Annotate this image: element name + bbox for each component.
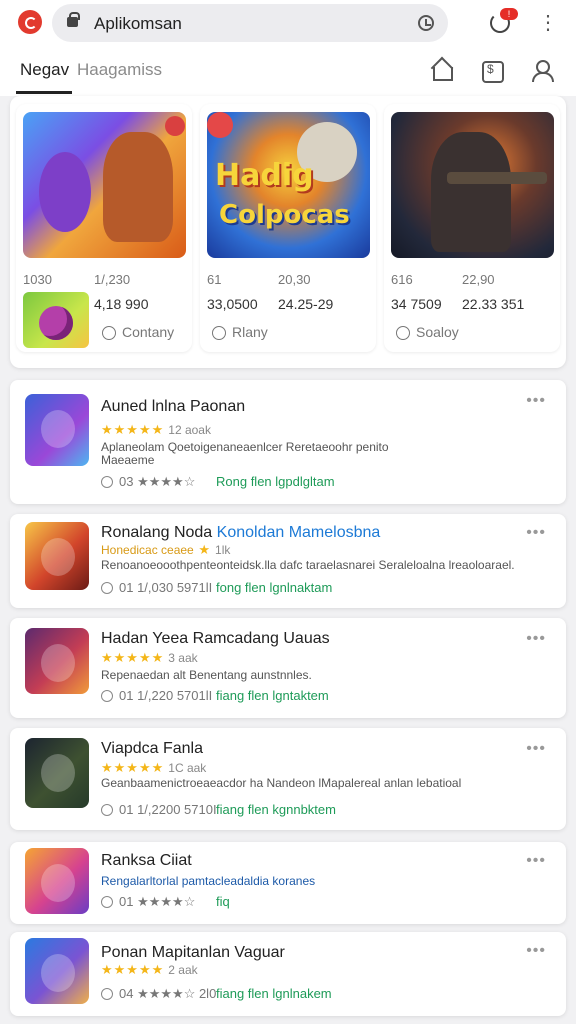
app-icon [25, 628, 89, 694]
featured-stat: 22,90 [462, 272, 495, 287]
tab-bar: Negav Haagamiss [0, 46, 576, 96]
app-title: Ranksa Ciiat [101, 852, 192, 869]
featured-value: 22.33 351 [462, 296, 525, 312]
history-icon[interactable] [418, 15, 434, 31]
address-bar[interactable]: Aplikomsan [52, 4, 448, 42]
featured-art [23, 112, 186, 258]
featured-value: 4,18 990 [94, 296, 149, 312]
featured-like-label: Rlany [232, 324, 268, 340]
app-title: Ponan Mapitanlan Vaguar [101, 944, 285, 961]
list-item[interactable]: Ranksa Ciiat Rengalarltorlal pamtacleada… [10, 842, 566, 924]
featured-card[interactable]: 1030 1/,230 4,18 990 Contany [16, 104, 192, 352]
app-stars: ★★★★★ 12 aoak [101, 422, 211, 437]
more-icon[interactable]: ••• [526, 740, 546, 758]
app-icon [25, 938, 89, 1004]
featured-stat: 1030 [23, 272, 52, 287]
more-icon[interactable]: ••• [526, 942, 546, 960]
more-icon[interactable]: ••• [526, 524, 546, 542]
app-meta: 01 1/,2200 5710I [101, 802, 217, 817]
featured-card[interactable]: Hadig Colpocas 61 20,30 33,0500 24.25-29… [200, 104, 376, 352]
app-title: Hadan Yeea Ramcadang Uauas [101, 630, 330, 647]
app-action-link[interactable]: fiq [216, 894, 230, 909]
more-icon[interactable]: ⋮ [538, 12, 558, 34]
app-stars: ★★★★★ 2 aak [101, 962, 198, 977]
app-icon [25, 848, 89, 914]
list-item[interactable]: Auned lnlna Paonan ★★★★★ 12 aoak Aplaneol… [10, 380, 566, 504]
app-description: Maeaeme [101, 453, 155, 467]
app-action-link[interactable]: fiang flen lgntaktem [216, 688, 329, 703]
featured-section: 1030 1/,230 4,18 990 Contany Hadig Colpo… [10, 96, 566, 368]
app-description: Aplaneolam Qoetoigenaneaenlcer Reretaeoo… [101, 440, 389, 454]
featured-art: Hadig Colpocas [207, 112, 370, 258]
app-description: Renoanoeooothpenteonteidsk.lla dafc tara… [101, 558, 515, 572]
app-meta: 04 ★★★★☆ 2l0 [101, 986, 216, 1002]
tab-negav[interactable]: Negav [20, 60, 69, 80]
featured-card[interactable]: 616 22,90 34 7509 22.33 351 Soaloy [384, 104, 560, 352]
app-title: Ronalang Noda Konoldan Mamelosbna [101, 524, 381, 541]
app-title: Viapdca Fanla [101, 740, 203, 757]
notification-badge: ! [500, 8, 518, 20]
app-action-link[interactable]: fong flen lgnlnaktam [216, 580, 332, 595]
featured-value: 33,0500 [207, 296, 258, 312]
app-meta: 01 1/,220 5701lI [101, 688, 212, 703]
featured-value: 24.25-29 [278, 296, 334, 312]
app-icon [25, 394, 89, 466]
app-meta: 03 ★★★★☆ [101, 474, 195, 490]
featured-art-title: Hadig [215, 158, 314, 193]
app-action-link[interactable]: fiang flen kgnnbktem [216, 802, 336, 817]
app-meta: 01 ★★★★☆ [101, 894, 195, 910]
featured-value: 34 7509 [391, 296, 442, 312]
heart-icon[interactable] [102, 326, 116, 340]
app-stars: ★★★★★ 3 aak [101, 650, 198, 665]
featured-art-title: Colpocas [219, 200, 350, 230]
featured-art [391, 112, 554, 258]
list-item[interactable]: Ponan Mapitanlan Vaguar ★★★★★ 2 aak 04 ★★… [10, 932, 566, 1016]
featured-stat: 20,30 [278, 272, 311, 287]
featured-like-label: Contany [122, 324, 175, 340]
app-meta: 01 1/,030 5971lI [101, 580, 212, 595]
app-description: Rengalarltorlal pamtacleadaldia koranes [101, 874, 316, 888]
featured-stat: 616 [391, 272, 413, 287]
store-icon[interactable] [480, 58, 504, 83]
app-icon [25, 738, 89, 808]
user-icon[interactable] [530, 58, 554, 82]
app-icon [25, 522, 89, 590]
list-item[interactable]: Hadan Yeea Ramcadang Uauas ★★★★★ 3 aak Re… [10, 618, 566, 718]
featured-like-label: Soaloy [416, 324, 459, 340]
app-stars: Honedicac ceaee ★ 1lk [101, 542, 231, 557]
app-description: Repenaedan alt Benentang aunstnnles. [101, 668, 312, 682]
list-item[interactable]: Ronalang Noda Konoldan Mamelosbna Honedi… [10, 514, 566, 608]
app-logo-icon[interactable] [18, 10, 42, 34]
heart-icon[interactable] [212, 326, 226, 340]
app-title: Auned lnlna Paonan [101, 398, 246, 415]
app-action-link[interactable]: fiang flen lgnlnakem [216, 986, 332, 1001]
featured-mini-thumb [23, 292, 89, 348]
lock-icon [67, 12, 80, 27]
featured-stat: 61 [207, 272, 222, 287]
app-description: Geanbaamenictroeaeacdor ha Nandeon lMapa… [101, 776, 462, 790]
app-stars: ★★★★★ 1C aak [101, 760, 207, 775]
tab-haagamiss[interactable]: Haagamiss [77, 60, 162, 80]
more-icon[interactable]: ••• [526, 392, 546, 410]
featured-stat: 1/,230 [94, 272, 131, 287]
address-text[interactable]: Aplikomsan [94, 14, 182, 34]
active-tab-indicator [16, 91, 72, 94]
app-action-link[interactable]: Rong flen lgpdlgltam [216, 474, 335, 489]
home-icon[interactable] [430, 58, 454, 82]
more-icon[interactable]: ••• [526, 630, 546, 648]
more-icon[interactable]: ••• [526, 852, 546, 870]
heart-icon[interactable] [396, 326, 410, 340]
top-bar: Aplikomsan ! ⋮ [0, 0, 576, 46]
list-item[interactable]: Viapdca Fanla ★★★★★ 1C aak Geanbaamenictr… [10, 728, 566, 830]
